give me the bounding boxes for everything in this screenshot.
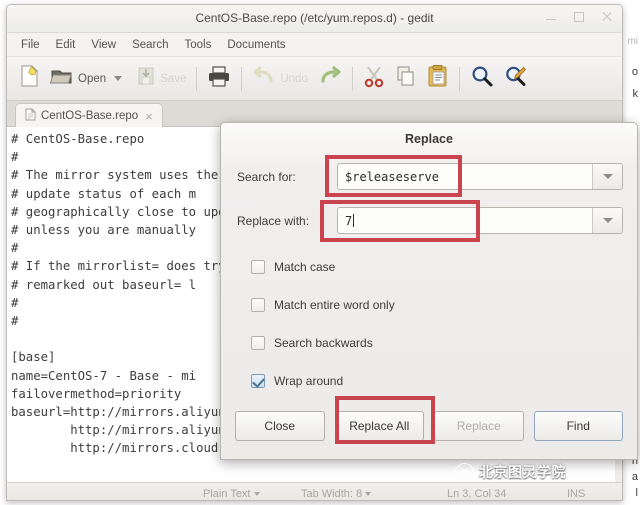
cut-scissors-icon [363,64,385,93]
menu-search[interactable]: Search [124,36,176,54]
toolbar-separator-4 [458,66,460,91]
menu-view[interactable]: View [83,36,124,54]
watermark-logo-icon [455,462,474,482]
match-entire-word-label: Match entire word only [274,298,395,312]
dialog-title: Replace [405,132,453,146]
chevron-down-icon[interactable] [365,491,372,496]
replace-all-button[interactable]: Replace All [334,411,424,441]
replace-button: Replace [434,411,524,441]
window-titlebar[interactable]: CentOS-Base.repo (/etc/yum.repos.d) - ge… [7,5,622,33]
replace-with-label: Replace with: [237,213,310,228]
toolbar-separator-2 [241,66,243,91]
window-title: CentOS-Base.repo (/etc/yum.repos.d) - ge… [195,11,434,25]
status-insert-label: INS [567,487,586,500]
watermark-text: 北京图灵学院 [479,465,566,481]
undo-button: Undo [247,62,313,96]
menu-documents[interactable]: Documents [219,36,293,54]
new-document-icon [18,64,40,93]
maximize-icon[interactable] [572,10,586,24]
match-case-checkbox[interactable] [251,260,265,274]
search-backwards-checkbox[interactable] [251,336,265,350]
replace-with-input[interactable]: 7 [337,207,623,234]
status-cursor-position: Ln 3, Col 34 [447,488,506,500]
menu-file[interactable]: File [13,36,48,54]
tab-centos-base-repo[interactable]: CentOS-Base.repo × [15,103,163,128]
search-for-row: Search for: $releaseserve [237,163,623,190]
match-entire-word-checkbox-row[interactable]: Match entire word only [251,298,395,312]
replace-dialog: Replace Search for: $releaseserve Replac… [220,122,638,460]
tab-close-icon[interactable]: × [145,109,153,124]
bg-text-o: o [631,66,638,78]
match-case-label: Match case [274,260,336,274]
status-tab-width-label: Tab Width: 8 [301,487,363,500]
redo-icon [318,65,342,92]
copy-button[interactable] [390,62,422,96]
status-language-label: Plain Text [203,487,251,500]
bg-text-a: a [631,471,638,483]
close-button[interactable]: Close [235,411,325,441]
status-position-label: Ln 3, Col 34 [447,487,507,500]
match-case-checkbox-row[interactable]: Match case [251,260,335,274]
search-backwards-checkbox-row[interactable]: Search backwards [251,336,373,350]
window-controls [544,10,614,24]
find-replace-button[interactable] [499,62,533,96]
copy-icon [395,64,417,93]
paste-clipboard-icon [427,64,449,93]
menu-edit[interactable]: Edit [48,36,84,54]
menubar: File Edit View Search Tools Documents [7,33,622,57]
wrap-around-checkbox[interactable] [251,374,265,388]
paste-button[interactable] [422,62,454,96]
match-entire-word-checkbox[interactable] [251,298,265,312]
search-for-input[interactable]: $releaseserve [337,163,623,190]
save-label: Save [160,72,187,85]
tab-label: CentOS-Base.repo [41,110,139,122]
print-button[interactable] [202,62,236,96]
bg-text-k: k [632,88,639,100]
text-caret [353,214,355,227]
replace-with-value: 7 [345,213,353,228]
find-replace-icon [504,64,528,93]
search-backwards-label: Search backwards [274,336,373,350]
status-tab-width[interactable]: Tab Width: 8 [301,487,372,500]
toolbar: Open Save Undo [7,57,622,101]
print-icon [207,64,231,93]
redo-button[interactable] [313,62,347,96]
wrap-around-checkbox-row[interactable]: Wrap around [251,374,343,388]
document-icon [25,108,36,124]
cut-button[interactable] [358,62,390,96]
wrap-around-label: Wrap around [274,374,344,388]
close-icon[interactable] [600,10,614,24]
statusbar: Plain Text Tab Width: 8 Ln 3, Col 34 INS [7,482,622,500]
chevron-down-icon[interactable] [114,76,123,81]
replace-with-row: Replace with: 7 [237,207,623,234]
minimize-icon[interactable] [544,10,558,24]
open-button[interactable]: Open [45,62,131,96]
search-for-value: $releaseserve [345,169,439,184]
find-button-dialog[interactable]: Find [533,411,623,441]
save-button: Save [131,62,191,96]
toolbar-separator-1 [196,66,198,91]
save-icon [136,64,156,93]
chevron-down-icon[interactable] [253,491,260,496]
screen: mi o k h a l CentOS-Base.repo (/etc/yum.… [0,0,640,505]
undo-icon [252,65,276,92]
bg-text-l: l [635,487,638,499]
new-document-button[interactable] [13,62,45,96]
open-folder-icon [49,64,74,93]
find-button[interactable] [465,62,499,96]
status-language[interactable]: Plain Text [203,488,260,500]
open-label: Open [78,72,107,85]
dialog-button-row: Close Replace All Replace Find [235,411,623,441]
status-insert-mode: INS [567,488,585,500]
watermark: 北京图灵学院 [455,462,566,482]
toolbar-separator-3 [351,66,353,91]
find-icon [470,64,494,93]
bg-text-mi: mi [627,36,638,47]
menu-tools[interactable]: Tools [177,36,220,54]
undo-label: Undo [280,72,308,85]
replace-with-dropdown-arrow[interactable] [592,208,622,233]
search-for-label: Search for: [237,169,296,184]
search-for-dropdown-arrow[interactable] [592,164,622,189]
